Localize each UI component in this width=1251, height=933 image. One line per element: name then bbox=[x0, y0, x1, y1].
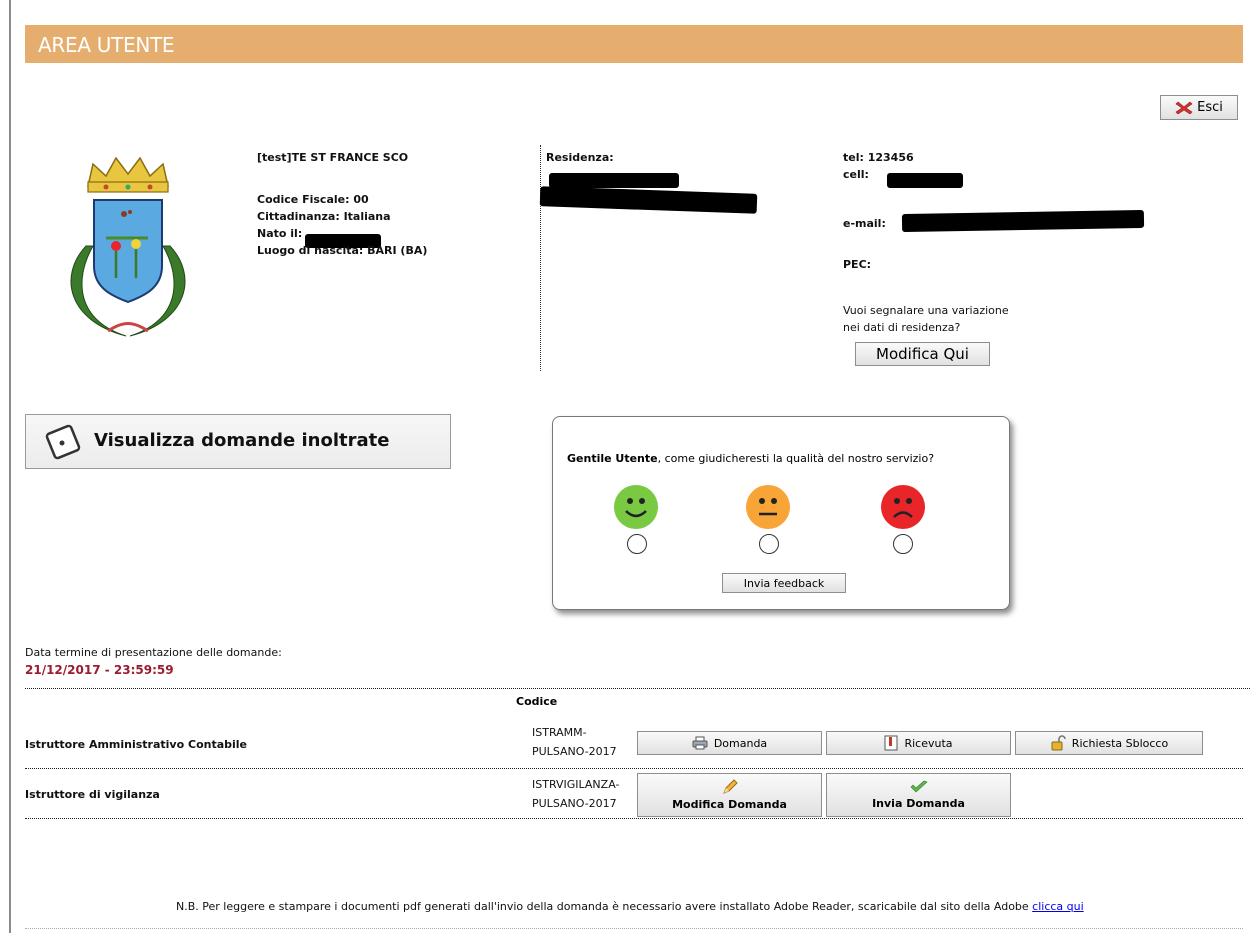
feedback-panel: Gentile Utente, come giudicheresti la qu… bbox=[552, 416, 1010, 610]
row-label: Istruttore di vigilanza bbox=[25, 788, 160, 801]
deadline-value: 21/12/2017 - 23:59:59 bbox=[25, 663, 174, 677]
invia-feedback-button[interactable]: Invia feedback bbox=[722, 573, 846, 593]
redaction bbox=[887, 173, 963, 188]
rating-neutral-radio[interactable] bbox=[759, 534, 779, 554]
feedback-question: Gentile Utente, come giudicheresti la qu… bbox=[567, 452, 935, 465]
modifica-residenza-button[interactable]: Modifica Qui bbox=[855, 342, 990, 366]
logout-button[interactable]: Esci bbox=[1160, 95, 1238, 120]
cell: cell: bbox=[843, 168, 869, 181]
nato-il: Nato il: bbox=[257, 227, 303, 240]
domanda-button[interactable]: Domanda bbox=[637, 731, 822, 755]
smiley-bad-icon bbox=[881, 485, 925, 529]
codice-fiscale: Codice Fiscale: 00 bbox=[257, 193, 369, 206]
coat-of-arms-logo bbox=[48, 146, 208, 346]
row-code: ISTRAMM- PULSANO-2017 bbox=[532, 726, 617, 758]
pec: PEC: bbox=[843, 258, 872, 271]
email: e-mail: bbox=[843, 217, 886, 230]
pdf-icon bbox=[884, 735, 898, 751]
smiley-neutral-icon bbox=[746, 485, 790, 529]
invia-domanda-button[interactable]: Invia Domanda bbox=[826, 773, 1011, 817]
redaction bbox=[901, 209, 1145, 233]
user-name: [test]TE ST FRANCE SCO bbox=[257, 151, 409, 164]
luogo-nascita: Luogo di nascita: BARI (BA) bbox=[257, 244, 428, 257]
divider bbox=[25, 818, 1243, 819]
logout-label: Esci bbox=[1197, 100, 1223, 115]
divider bbox=[25, 688, 1250, 689]
modifica-domanda-button[interactable]: Modifica Domanda bbox=[637, 773, 822, 817]
checkmark-icon bbox=[910, 780, 928, 794]
cittadinanza: Cittadinanza: Italiana bbox=[257, 210, 391, 223]
row-label: Istruttore Amministrativo Contabile bbox=[25, 738, 248, 751]
page-title: AREA UTENTE bbox=[38, 33, 175, 57]
ricevuta-button[interactable]: Ricevuta bbox=[826, 731, 1011, 755]
smiley-good-icon bbox=[614, 485, 658, 529]
residenza-label: Residenza: bbox=[546, 151, 614, 164]
clicca-qui-link[interactable]: clicca qui bbox=[1032, 900, 1084, 913]
pencil-icon bbox=[722, 779, 738, 795]
divider bbox=[25, 768, 1243, 769]
close-icon bbox=[1175, 100, 1193, 116]
code-column-header: Codice bbox=[516, 695, 558, 708]
rating-good-radio[interactable] bbox=[627, 534, 647, 554]
printer-icon bbox=[692, 736, 708, 750]
unlock-icon bbox=[1050, 735, 1066, 751]
divider bbox=[25, 928, 1243, 929]
redaction bbox=[549, 173, 679, 188]
rating-bad-radio[interactable] bbox=[893, 534, 913, 554]
visualizza-domande-button[interactable]: Visualizza domande inoltrate bbox=[25, 414, 451, 469]
left-border bbox=[9, 0, 11, 933]
view-icon bbox=[41, 422, 81, 462]
redaction bbox=[539, 186, 758, 214]
page-header: AREA UTENTE bbox=[25, 25, 1243, 63]
tel: tel: 123456 bbox=[843, 151, 914, 164]
deadline-label: Data termine di presentazione delle doma… bbox=[25, 646, 282, 659]
row-code: ISTRVIGILANZA- PULSANO-2017 bbox=[532, 778, 620, 810]
richiesta-sblocco-button[interactable]: Richiesta Sblocco bbox=[1015, 731, 1203, 755]
visualizza-label: Visualizza domande inoltrate bbox=[94, 430, 390, 451]
footer-note: N.B. Per leggere e stampare i documenti … bbox=[176, 900, 1084, 913]
variazione-question-1: Vuoi segnalare una variazione bbox=[843, 304, 1009, 317]
variazione-question-2: nei dati di residenza? bbox=[843, 321, 961, 334]
divider bbox=[540, 145, 541, 371]
